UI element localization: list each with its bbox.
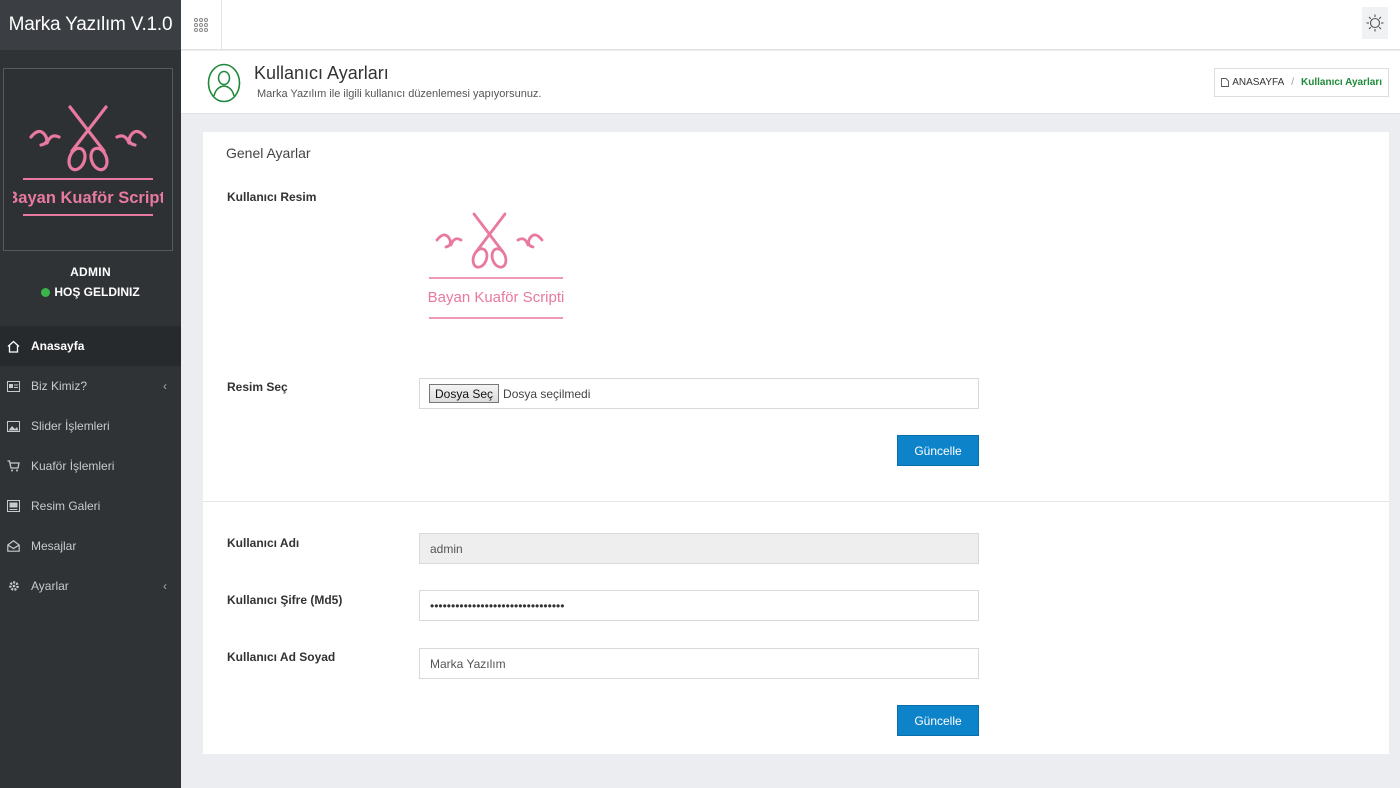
section-divider [203, 501, 1389, 502]
sidebar-item-label: Ayarlar [31, 579, 69, 593]
update-user-button[interactable]: Güncelle [897, 705, 979, 736]
password-value: •••••••••••••••••••••••••••••••• [430, 598, 565, 613]
apps-grid-button[interactable] [181, 0, 222, 50]
user-status: HOŞ GELDINIZ [0, 285, 181, 299]
breadcrumb-home-label: ANASAYFA [1232, 77, 1285, 88]
gear-icon [7, 580, 20, 593]
gallery-icon [7, 500, 20, 513]
username-field[interactable]: admin [419, 533, 979, 564]
breadcrumb-separator: / [1291, 77, 1295, 88]
online-dot-icon [41, 287, 51, 297]
page-title: Kullanıcı Ayarları [254, 63, 389, 83]
sidebar-item-label: Biz Kimiz? [31, 379, 88, 393]
fullname-label: Kullanıcı Ad Soyad [227, 650, 336, 664]
home-icon [7, 340, 20, 353]
sun-gear-icon [1366, 14, 1384, 32]
update-image-button[interactable]: Güncelle [897, 435, 979, 466]
breadcrumb-current: Kullanıcı Ayarları [1301, 77, 1382, 88]
page-subtitle: Marka Yazılım ile ilgili kullanıcı düzen… [257, 88, 542, 100]
user-image-preview: Bayan Kuaför Scripti [428, 212, 565, 319]
breadcrumb-home[interactable]: ANASAYFA [1221, 77, 1284, 88]
file-icon [1221, 78, 1230, 87]
sidebar-item-galeri[interactable]: Resim Galeri [0, 486, 181, 526]
welcome-text: HOŞ GELDINIZ [54, 285, 140, 299]
sidebar-item-label: Anasayfa [31, 339, 85, 353]
sidebar-nav: Anasayfa Biz Kimiz? ‹ Slider İşlemleri K… [0, 326, 181, 606]
page-header: Kullanıcı Ayarları Marka Yazılım ile ilg… [181, 51, 1400, 114]
image-label: Kullanıcı Resim [227, 190, 317, 204]
section-title: Genel Ayarlar [226, 145, 311, 161]
profile-logo: Bayan Kuaför Scripti [3, 68, 173, 251]
password-field[interactable]: •••••••••••••••••••••••••••••••• [419, 590, 979, 621]
sidebar-item-label: Mesajlar [31, 539, 77, 553]
sidebar-item-label: Resim Galeri [31, 499, 101, 513]
profile-logo-text: Bayan Kuaför Scripti [13, 189, 163, 207]
file-label: Resim Seç [227, 380, 288, 394]
chevron-left-icon: ‹ [163, 579, 167, 593]
username-label: Kullanıcı Adı [227, 536, 300, 550]
fullname-field[interactable]: Marka Yazılım [419, 648, 979, 679]
brand-title[interactable]: Marka Yazılım V.1.0 [0, 0, 181, 50]
sidebar-item-biz-kimiz[interactable]: Biz Kimiz? ‹ [0, 366, 181, 406]
sidebar-item-slider[interactable]: Slider İşlemleri [0, 406, 181, 446]
scissors-logo-icon: Bayan Kuaför Scripti [13, 105, 163, 216]
id-card-icon [7, 380, 20, 393]
top-bar [181, 0, 1400, 50]
user-name: ADMIN [70, 265, 111, 279]
sidebar-item-anasayfa[interactable]: Anasayfa [0, 326, 181, 366]
file-status: Dosya seçilmedi [503, 386, 591, 401]
sidebar: Marka Yazılım V.1.0 Bayan Kuaför Scripti… [0, 0, 181, 788]
sidebar-item-label: Kuaför İşlemleri [31, 459, 115, 473]
breadcrumb: ANASAYFA / Kullanıcı Ayarları [1214, 68, 1389, 97]
grid-icon [194, 18, 208, 32]
cart-icon [7, 460, 20, 473]
image-file-input[interactable]: Dosya Seç Dosya seçilmedi [419, 378, 979, 409]
choose-file-button[interactable]: Dosya Seç [429, 384, 500, 403]
user-circle-icon [207, 63, 241, 103]
sidebar-item-mesajlar[interactable]: Mesajlar [0, 526, 181, 566]
sidebar-item-ayarlar[interactable]: Ayarlar ‹ [0, 566, 181, 606]
sidebar-item-label: Slider İşlemleri [31, 419, 110, 433]
envelope-icon [7, 540, 20, 553]
password-label: Kullanıcı Şifre (Md5) [227, 593, 343, 607]
chevron-left-icon: ‹ [163, 379, 167, 393]
settings-panel: Genel Ayarlar Kullanıcı Resim Bayan Kuaf… [203, 132, 1389, 754]
image-icon [7, 420, 20, 433]
settings-button[interactable] [1362, 7, 1388, 39]
preview-logo-text: Bayan Kuaför Scripti [428, 289, 565, 306]
sidebar-item-kuafor[interactable]: Kuaför İşlemleri [0, 446, 181, 486]
